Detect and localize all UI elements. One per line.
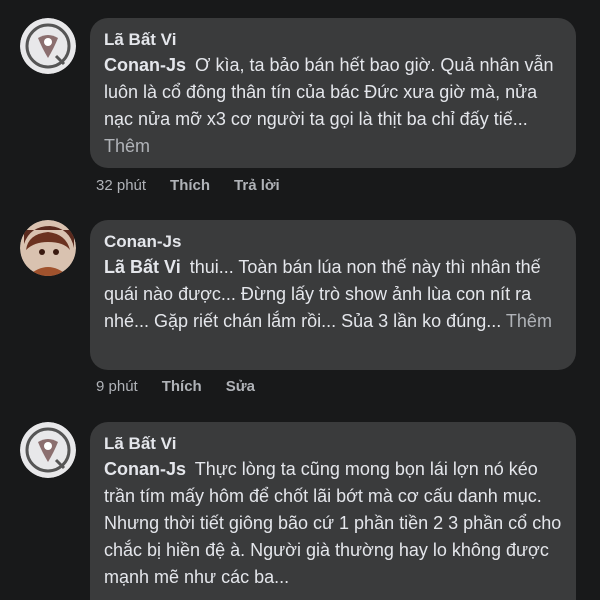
like-button[interactable]: Thích xyxy=(170,176,210,196)
mention-link[interactable]: Conan-Js xyxy=(104,55,186,75)
comment-text: Lã Bất Vi thui... Toàn bán lúa non thế n… xyxy=(104,254,562,335)
comment-timestamp[interactable]: 9 phút xyxy=(96,377,138,397)
comment-text: Conan-Js Ơ kìa, ta bảo bán hết bao giờ. … xyxy=(104,52,562,160)
comment-actions: 32 phút Thích Trả lời xyxy=(96,176,280,196)
comment-author[interactable]: Lã Bất Vi xyxy=(104,28,562,52)
comment-text: Conan-Js Thực lòng ta cũng mong bọn lái … xyxy=(104,456,562,591)
like-button[interactable]: Thích xyxy=(162,377,202,397)
edit-button[interactable]: Sửa xyxy=(226,377,255,397)
mention-link[interactable]: Conan-Js xyxy=(104,459,186,479)
anime-character-icon xyxy=(20,220,76,276)
avatar[interactable] xyxy=(20,220,76,276)
comment-author[interactable]: Lã Bất Vi xyxy=(104,432,562,456)
comment-bubble: Lã Bất Vi Conan-Js Thực lòng ta cũng mon… xyxy=(90,422,576,600)
mention-link[interactable]: Lã Bất Vi xyxy=(104,257,181,277)
comment-actions: 9 phút Thích Sửa xyxy=(96,377,255,397)
comment-timestamp[interactable]: 32 phút xyxy=(96,176,146,196)
see-more-link[interactable]: Thêm xyxy=(104,136,150,156)
comment-feed: Lã Bất Vi Conan-Js Ơ kìa, ta bảo bán hết… xyxy=(0,0,600,600)
reply-button[interactable]: Trả lời xyxy=(234,176,280,196)
comment-bubble: Lã Bất Vi Conan-Js Ơ kìa, ta bảo bán hết… xyxy=(90,18,576,168)
see-more-link[interactable]: Thêm xyxy=(506,311,552,331)
seal-logo-icon xyxy=(20,422,76,478)
avatar[interactable] xyxy=(20,18,76,74)
seal-logo-icon xyxy=(20,18,76,74)
avatar[interactable] xyxy=(20,422,76,478)
comment-bubble: Conan-Js Lã Bất Vi thui... Toàn bán lúa … xyxy=(90,220,576,370)
comment-author[interactable]: Conan-Js xyxy=(104,230,562,254)
